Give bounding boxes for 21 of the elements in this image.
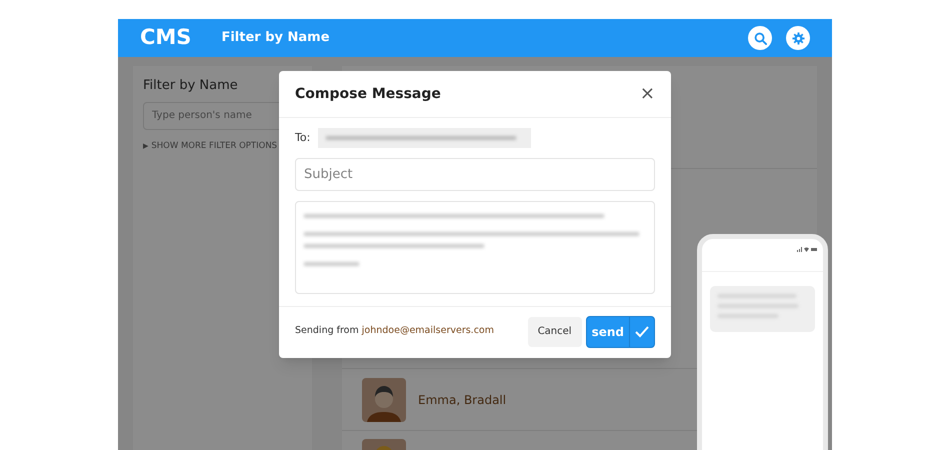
message-body-field[interactable] [295, 201, 655, 294]
cancel-button[interactable]: Cancel [528, 316, 582, 346]
settings-button[interactable] [786, 26, 810, 50]
check-icon [635, 326, 649, 338]
app-logo: CMS [140, 24, 192, 52]
sender-note: Sending from johndoe@emailservers.com [295, 324, 494, 338]
header-title: Filter by Name [221, 29, 330, 48]
sender-email-link[interactable]: johndoe@emailservers.com [362, 325, 494, 336]
search-icon [754, 32, 766, 44]
close-button[interactable]: × [640, 85, 655, 103]
status-icons [797, 247, 817, 252]
to-label: To: [295, 130, 310, 146]
person-avatar-icon [362, 439, 406, 450]
blurred-text [304, 262, 359, 266]
person-name[interactable]: Emma, Bradall [418, 390, 506, 408]
person-avatar-icon [362, 378, 406, 422]
subject-field[interactable]: Subject [295, 158, 655, 191]
settings-icon [792, 32, 804, 44]
filter-title: Filter by Name [143, 77, 239, 95]
search-button[interactable] [748, 26, 772, 50]
dialog-title: Compose Message [295, 84, 441, 104]
